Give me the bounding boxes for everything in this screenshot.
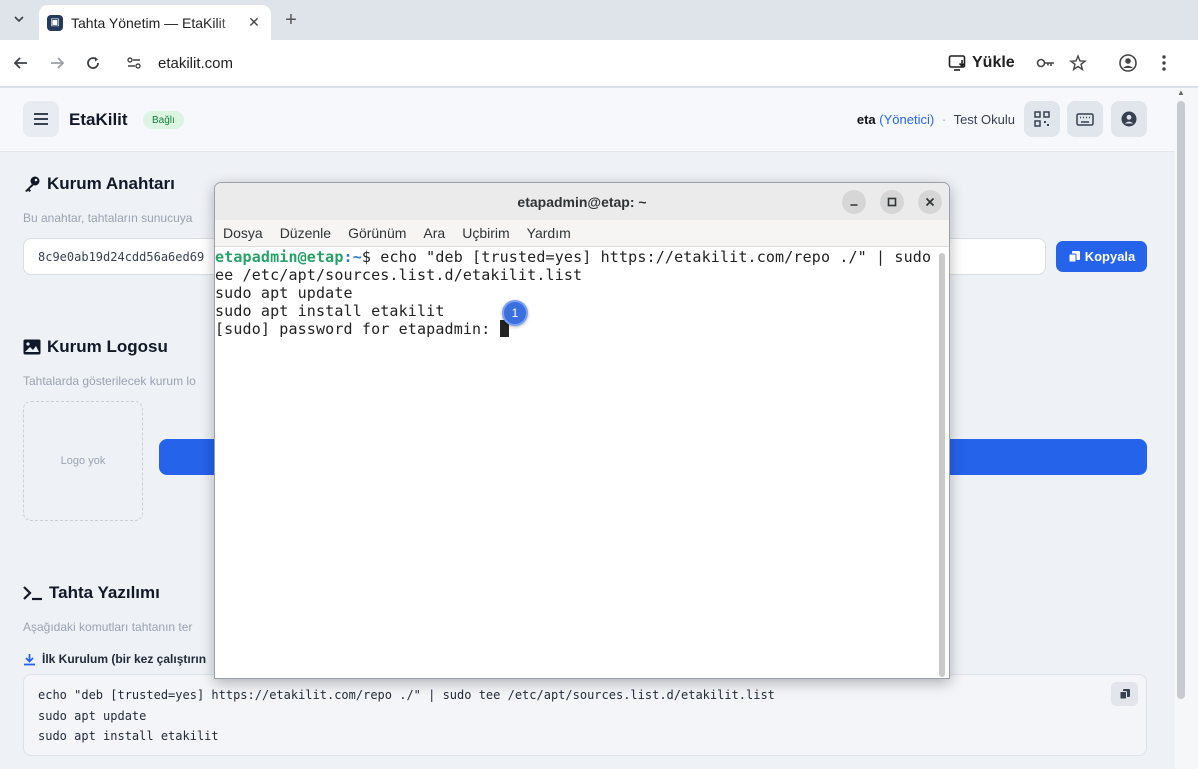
password-key-icon[interactable] (1034, 51, 1058, 75)
keyboard-icon (1076, 112, 1094, 126)
tab-title: Tahta Yönetim — EtaKilit (71, 14, 226, 31)
code-line: sudo apt update (38, 708, 147, 723)
terminal-line: sudo apt update (215, 284, 353, 302)
terminal-line: ee /etc/apt/sources.list.d/etakilit.list (215, 266, 583, 284)
section-title-key: Kurum Anahtarı (23, 174, 175, 194)
terminal-scrollbar-thumb[interactable] (939, 253, 945, 677)
command-text: echo "deb [trusted=yes] https://etakilit… (380, 248, 950, 266)
hamburger-icon (34, 113, 48, 125)
maximize-button[interactable] (880, 190, 904, 214)
keyboard-button[interactable] (1067, 101, 1103, 137)
browser-tab[interactable]: ▣ Tahta Yönetim — EtaKilit ✕ (39, 5, 271, 40)
copy-icon (1119, 689, 1130, 700)
institution-key-value: 8c9e0ab19d24cdd56a6ed69 (38, 249, 205, 264)
scroll-up-icon[interactable]: ▲ (1175, 88, 1187, 100)
minimize-icon (850, 204, 858, 206)
maximize-icon (887, 197, 897, 207)
first-install-label: İlk Kurulum (bir kez çalıştırın (23, 652, 206, 666)
terminal-line: sudo apt install etakilit (215, 302, 445, 320)
section-desc-key: Bu anahtar, tahtaların sunucuya (23, 211, 193, 225)
install-icon (948, 55, 966, 71)
code-line: sudo apt install etakilit (38, 729, 219, 743)
more-vert-icon[interactable] (1152, 51, 1176, 75)
user-circle-icon (1121, 111, 1137, 127)
back-arrow-icon[interactable] (8, 50, 34, 76)
prompt-symbol: $ (361, 248, 381, 266)
annotation-marker: 1 (502, 300, 528, 326)
close-button[interactable] (918, 190, 942, 214)
menu-dosya[interactable]: Dosya (223, 225, 263, 241)
close-tab-icon[interactable]: ✕ (245, 14, 263, 32)
prompt-path: :~ (343, 248, 362, 266)
section-desc-software: Aşağıdaki komutları tahtanın ter (23, 620, 193, 634)
section-title-software: Tahta Yazılımı (23, 583, 160, 603)
logo-empty-text: Logo yok (60, 455, 106, 467)
install-app-button[interactable]: Yükle (948, 51, 1015, 75)
favicon-icon: ▣ (47, 14, 63, 31)
key-icon (25, 176, 40, 192)
terminal-icon (23, 586, 42, 601)
minimize-button[interactable] (842, 190, 866, 214)
copy-key-label: Kopyala (1084, 249, 1136, 264)
qr-code-button[interactable] (1024, 101, 1060, 137)
menu-duzenle[interactable]: Düzenle (280, 225, 331, 241)
user-name: eta (856, 112, 876, 127)
terminal-titlebar[interactable]: etapadmin@etap: ~ (215, 183, 949, 220)
download-icon (24, 653, 35, 665)
prompt-user: etapadmin@etap (215, 248, 344, 266)
qr-code-icon (1034, 111, 1050, 127)
status-badge: Bağlı (143, 111, 184, 129)
profile-icon[interactable] (1116, 51, 1140, 75)
hamburger-menu-button[interactable] (23, 101, 59, 137)
bookmark-star-icon[interactable] (1066, 51, 1090, 75)
install-code-block[interactable]: echo "deb [trusted=yes] https://etakilit… (23, 674, 1147, 756)
browser-tabstrip: ▣ Tahta Yönetim — EtaKilit ✕ + (0, 0, 1198, 40)
new-tab-icon[interactable]: + (280, 9, 302, 31)
image-icon (23, 339, 41, 355)
terminal-window[interactable]: etapadmin@etap: ~ Dosya Düzenle Görünüm … (214, 182, 950, 679)
site-settings-icon[interactable] (122, 51, 146, 75)
tab-search-chevron-icon[interactable] (8, 8, 30, 30)
page-scrollbar-thumb[interactable] (1177, 101, 1185, 699)
copy-key-button[interactable]: Kopyala (1056, 241, 1147, 272)
terminal-line: etapadmin@etap:~$ echo "deb [trusted=yes… (215, 248, 950, 266)
url-text: etakilit.com (158, 54, 234, 72)
school-name: Test Okulu (953, 112, 1015, 127)
browser-toolbar: etakilit.com Yükle (0, 40, 1198, 87)
copy-code-button[interactable] (1111, 682, 1138, 706)
terminal-line: [sudo] password for etapadmin: (215, 320, 509, 338)
terminal-title: etapadmin@etap: ~ (517, 194, 647, 210)
app-header: EtaKilit Bağlı eta (Yönetici) · Test Oku… (0, 88, 1175, 152)
install-label: Yükle (972, 54, 1015, 71)
menu-ucbirim[interactable]: Uçbirim (462, 225, 509, 241)
first-install-text: İlk Kurulum (bir kez çalıştırın (42, 652, 207, 666)
copy-icon (1068, 251, 1080, 263)
menu-ara[interactable]: Ara (423, 225, 445, 241)
section-desc-logo: Tahtalarda gösterilecek kurum lo (23, 374, 196, 388)
user-info: eta (Yönetici) · Test Okulu (857, 112, 1015, 127)
menu-yardim[interactable]: Yardım (527, 225, 571, 241)
code-line: echo "deb [trusted=yes] https://etakilit… (38, 688, 775, 702)
terminal-menubar: Dosya Düzenle Görünüm Ara Uçbirim Yardım (215, 220, 949, 247)
user-role: (Yönetici) (879, 112, 935, 127)
section-title-text: Kurum Logosu (47, 337, 168, 356)
menu-gorunum[interactable]: Görünüm (348, 225, 406, 241)
section-title-text: Kurum Anahtarı (47, 174, 175, 193)
close-icon (925, 197, 935, 207)
reload-icon[interactable] (80, 50, 106, 76)
separator-dot: · (941, 112, 947, 127)
section-title-text: Tahta Yazılımı (49, 583, 160, 602)
account-button[interactable] (1111, 101, 1147, 137)
brand-title: EtaKilit (69, 110, 128, 129)
terminal-output[interactable]: etapadmin@etap:~$ echo "deb [trusted=yes… (215, 247, 949, 678)
forward-arrow-icon[interactable] (44, 50, 70, 76)
logo-placeholder[interactable]: Logo yok (23, 401, 143, 521)
section-title-logo: Kurum Logosu (23, 337, 168, 357)
password-prompt: [sudo] password for etapadmin: (215, 320, 500, 338)
